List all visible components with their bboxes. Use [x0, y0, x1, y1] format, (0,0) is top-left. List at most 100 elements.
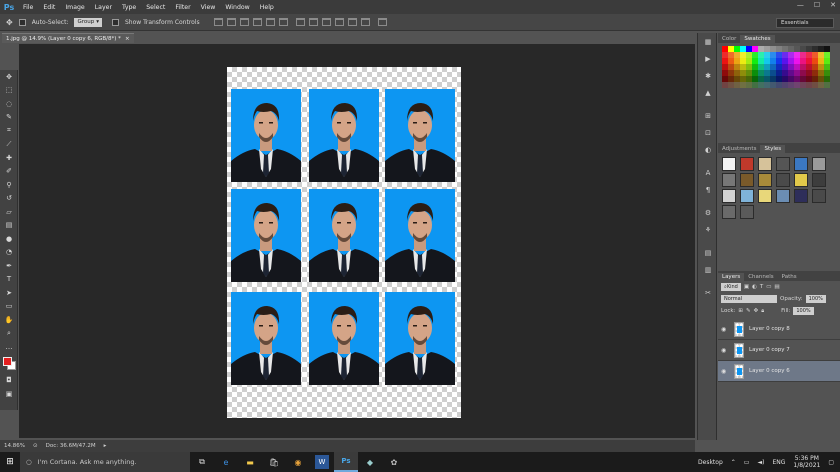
- tab-styles[interactable]: Styles: [760, 145, 786, 153]
- minimize-button[interactable]: —: [797, 1, 804, 9]
- filter-smart-icon[interactable]: ▤: [774, 284, 779, 290]
- chrome-icon[interactable]: ◉: [286, 452, 310, 472]
- style-preset[interactable]: [740, 157, 754, 171]
- kind-filter-dropdown[interactable]: ⌕ Kind: [721, 283, 741, 291]
- task-view-icon[interactable]: ⧉: [190, 452, 214, 472]
- tab-layers[interactable]: Layers: [718, 273, 745, 281]
- marquee-icon[interactable]: ⬚: [0, 84, 18, 98]
- foreground-color[interactable]: [3, 356, 12, 366]
- filter-pixel-icon[interactable]: ▣: [744, 284, 749, 290]
- chevron-up-icon[interactable]: ⌃: [731, 459, 736, 466]
- blur-icon[interactable]: ●: [0, 232, 18, 246]
- style-preset[interactable]: [812, 173, 826, 187]
- quick-select-icon[interactable]: ✎: [0, 111, 18, 125]
- clone-source-icon[interactable]: ◐: [698, 141, 718, 158]
- workspace-dropdown[interactable]: Essentials: [776, 18, 834, 28]
- menu-view[interactable]: View: [196, 4, 221, 11]
- more-tools-icon[interactable]: …: [0, 340, 18, 354]
- distribute-vcenter-icon[interactable]: [308, 18, 318, 26]
- character-panel-icon[interactable]: A: [698, 164, 718, 181]
- actions-panel-icon[interactable]: ▶: [698, 50, 718, 67]
- healing-icon[interactable]: ✚: [0, 151, 18, 165]
- network-icon[interactable]: ▭: [744, 459, 750, 466]
- zoom-level[interactable]: 14.86%: [4, 443, 25, 449]
- style-preset[interactable]: [776, 173, 790, 187]
- eye-icon[interactable]: ◉: [721, 326, 729, 333]
- move-tool-preset-icon[interactable]: ✥: [6, 18, 13, 27]
- auto-select-dropdown[interactable]: Group ▾: [74, 17, 102, 27]
- timeline-panel-icon[interactable]: ✂: [698, 284, 718, 301]
- eraser-icon[interactable]: ▱: [0, 205, 18, 219]
- app-icon[interactable]: ◆: [358, 452, 382, 472]
- zoom-icon[interactable]: ⌕: [0, 327, 18, 341]
- styles-grid[interactable]: [718, 153, 840, 223]
- brush-panel-icon[interactable]: ⊞: [698, 107, 718, 124]
- menu-type[interactable]: Type: [117, 4, 141, 11]
- close-button[interactable]: ✕: [830, 1, 836, 9]
- clock[interactable]: 5:36 PM 1/8/2021: [793, 455, 820, 469]
- crop-icon[interactable]: ⌗: [0, 124, 18, 138]
- distribute-hcenter-icon[interactable]: [347, 18, 357, 26]
- distribute-bottom-icon[interactable]: [321, 18, 331, 26]
- swatch[interactable]: [824, 82, 830, 88]
- status-info-icon[interactable]: ⊙: [33, 443, 38, 449]
- tool-presets-icon[interactable]: ⚙: [698, 204, 718, 221]
- lock-paint-icon[interactable]: ✎: [746, 308, 751, 314]
- style-preset[interactable]: [776, 157, 790, 171]
- paragraph-panel-icon[interactable]: ¶: [698, 181, 718, 198]
- layer-row[interactable]: ◉ Layer 0 copy 8: [718, 319, 840, 340]
- fill-input[interactable]: 100%: [793, 307, 814, 315]
- menu-select[interactable]: Select: [141, 4, 170, 11]
- tab-channels[interactable]: Channels: [744, 273, 777, 281]
- stamp-icon[interactable]: ⚲: [0, 178, 18, 192]
- filter-type-icon[interactable]: T: [760, 284, 763, 290]
- eye-icon[interactable]: ◉: [721, 368, 729, 375]
- notifications-icon[interactable]: ▢: [828, 459, 834, 466]
- tab-swatches[interactable]: Swatches: [740, 35, 775, 43]
- lock-pixels-icon[interactable]: ⊞: [738, 308, 743, 314]
- gradient-icon[interactable]: ▤: [0, 219, 18, 233]
- lock-all-icon[interactable]: 🔒︎: [761, 308, 764, 315]
- tab-paths[interactable]: Paths: [778, 273, 801, 281]
- brush-icon[interactable]: ✐: [0, 165, 18, 179]
- align-vcenter-icon[interactable]: [226, 18, 236, 26]
- opacity-input[interactable]: 100%: [805, 295, 826, 303]
- history-panel-icon[interactable]: ▦: [698, 33, 718, 50]
- menu-help[interactable]: Help: [255, 4, 279, 11]
- screen-mode-icon[interactable]: ▣: [0, 387, 18, 401]
- app-icon-2[interactable]: ✿: [382, 452, 406, 472]
- photoshop-taskbar-icon[interactable]: Ps: [334, 452, 358, 472]
- quick-mask-icon[interactable]: ◘: [0, 374, 18, 388]
- show-transform-checkbox[interactable]: [111, 18, 119, 26]
- history-brush-icon[interactable]: ↺: [0, 192, 18, 206]
- menu-image[interactable]: Image: [60, 4, 89, 11]
- style-preset[interactable]: [758, 173, 772, 187]
- desktop-toolbar-label[interactable]: Desktop: [698, 459, 723, 466]
- menu-layer[interactable]: Layer: [90, 4, 117, 11]
- document-tab[interactable]: 1.jpg @ 14.9% (Layer 0 copy 6, RGB/8*) *…: [2, 33, 134, 43]
- align-bottom-icon[interactable]: [239, 18, 249, 26]
- eye-icon[interactable]: ◉: [721, 347, 729, 354]
- maximize-button[interactable]: ☐: [814, 1, 820, 9]
- style-preset[interactable]: [812, 189, 826, 203]
- lock-move-icon[interactable]: ✥: [754, 308, 759, 314]
- glyphs-panel-icon[interactable]: ⚘: [698, 221, 718, 238]
- menu-window[interactable]: Window: [220, 4, 254, 11]
- status-menu-icon[interactable]: ▸: [104, 443, 107, 449]
- distribute-left-icon[interactable]: [334, 18, 344, 26]
- hand-icon[interactable]: ✋: [0, 313, 18, 327]
- path-select-icon[interactable]: ➤: [0, 286, 18, 300]
- distribute-right-icon[interactable]: [360, 18, 370, 26]
- menu-edit[interactable]: Edit: [38, 4, 60, 11]
- document-canvas[interactable]: [227, 67, 461, 418]
- lasso-icon[interactable]: ◌: [0, 97, 18, 111]
- auto-select-checkbox[interactable]: [18, 18, 26, 26]
- align-left-icon[interactable]: [252, 18, 262, 26]
- type-icon[interactable]: T: [0, 273, 18, 287]
- align-right-icon[interactable]: [278, 18, 288, 26]
- style-preset[interactable]: [740, 173, 754, 187]
- canvas-area[interactable]: [19, 44, 695, 438]
- style-preset[interactable]: [758, 189, 772, 203]
- align-hcenter-icon[interactable]: [265, 18, 275, 26]
- info-panel-icon[interactable]: ▲: [698, 84, 718, 101]
